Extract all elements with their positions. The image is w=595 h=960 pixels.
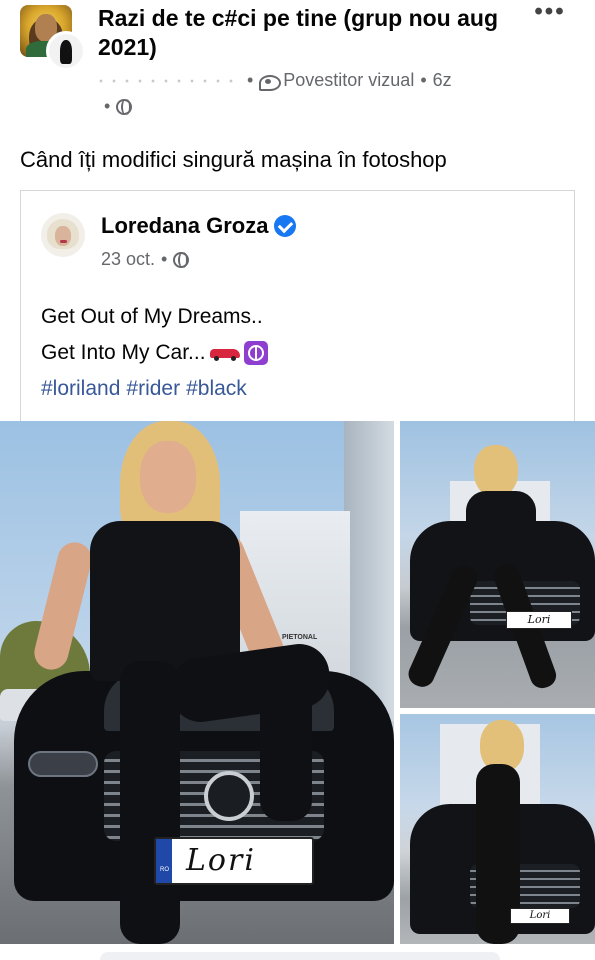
verified-badge-icon <box>274 215 297 237</box>
post-text: Când îți modifici singură mașina în foto… <box>20 147 447 172</box>
photo-top-right[interactable]: Lori <box>400 421 595 708</box>
comment-bar-edge <box>100 952 500 960</box>
globe-icon <box>173 251 190 268</box>
hashtag-link[interactable]: #black <box>186 377 247 400</box>
group-avatar[interactable] <box>20 5 86 77</box>
shared-text-line-2: Get Into My Car... <box>41 341 206 364</box>
hashtag-link[interactable]: #rider <box>126 377 180 400</box>
license-plate: Lori <box>510 908 570 924</box>
race-car-icon <box>208 345 242 362</box>
group-title[interactable]: Razi de te c#ci pe tine (grup nou aug 20… <box>98 4 518 62</box>
shared-author-avatar[interactable] <box>41 213 85 257</box>
post-time[interactable]: 6z <box>433 70 452 91</box>
photo-main[interactable]: PIETONAL RO Lori <box>0 421 394 944</box>
shared-post-card[interactable]: Loredana Groza 23 oct. • Get Out of My D… <box>20 190 575 422</box>
hashtags: #loriland #rider #black <box>41 371 268 407</box>
peace-symbol-icon <box>243 341 268 366</box>
author-name-blurred[interactable]: · · · · · · · · · · · <box>98 70 235 91</box>
post-privacy: • <box>104 96 133 117</box>
photo-bottom-right[interactable]: Lori <box>400 714 595 944</box>
author-avatar[interactable] <box>46 31 86 71</box>
shared-post-date: 23 oct. • <box>101 249 190 270</box>
license-plate: Lori <box>506 611 572 629</box>
shared-text-line-1: Get Out of My Dreams.. <box>41 305 263 328</box>
eye-badge-icon <box>259 73 282 91</box>
post-meta: · · · · · · · · · · · • Povestitor vizua… <box>98 70 452 91</box>
license-plate: RO Lori <box>154 837 314 885</box>
hashtag-link[interactable]: #loriland <box>41 377 120 400</box>
author-badge[interactable]: Povestitor vizual <box>283 70 414 91</box>
shared-author-name[interactable]: Loredana Groza <box>101 213 297 239</box>
more-options-icon[interactable]: ••• <box>532 0 568 30</box>
globe-icon[interactable] <box>116 98 133 115</box>
shared-post-text: Get Out of My Dreams.. Get Into My Car..… <box>41 299 268 407</box>
